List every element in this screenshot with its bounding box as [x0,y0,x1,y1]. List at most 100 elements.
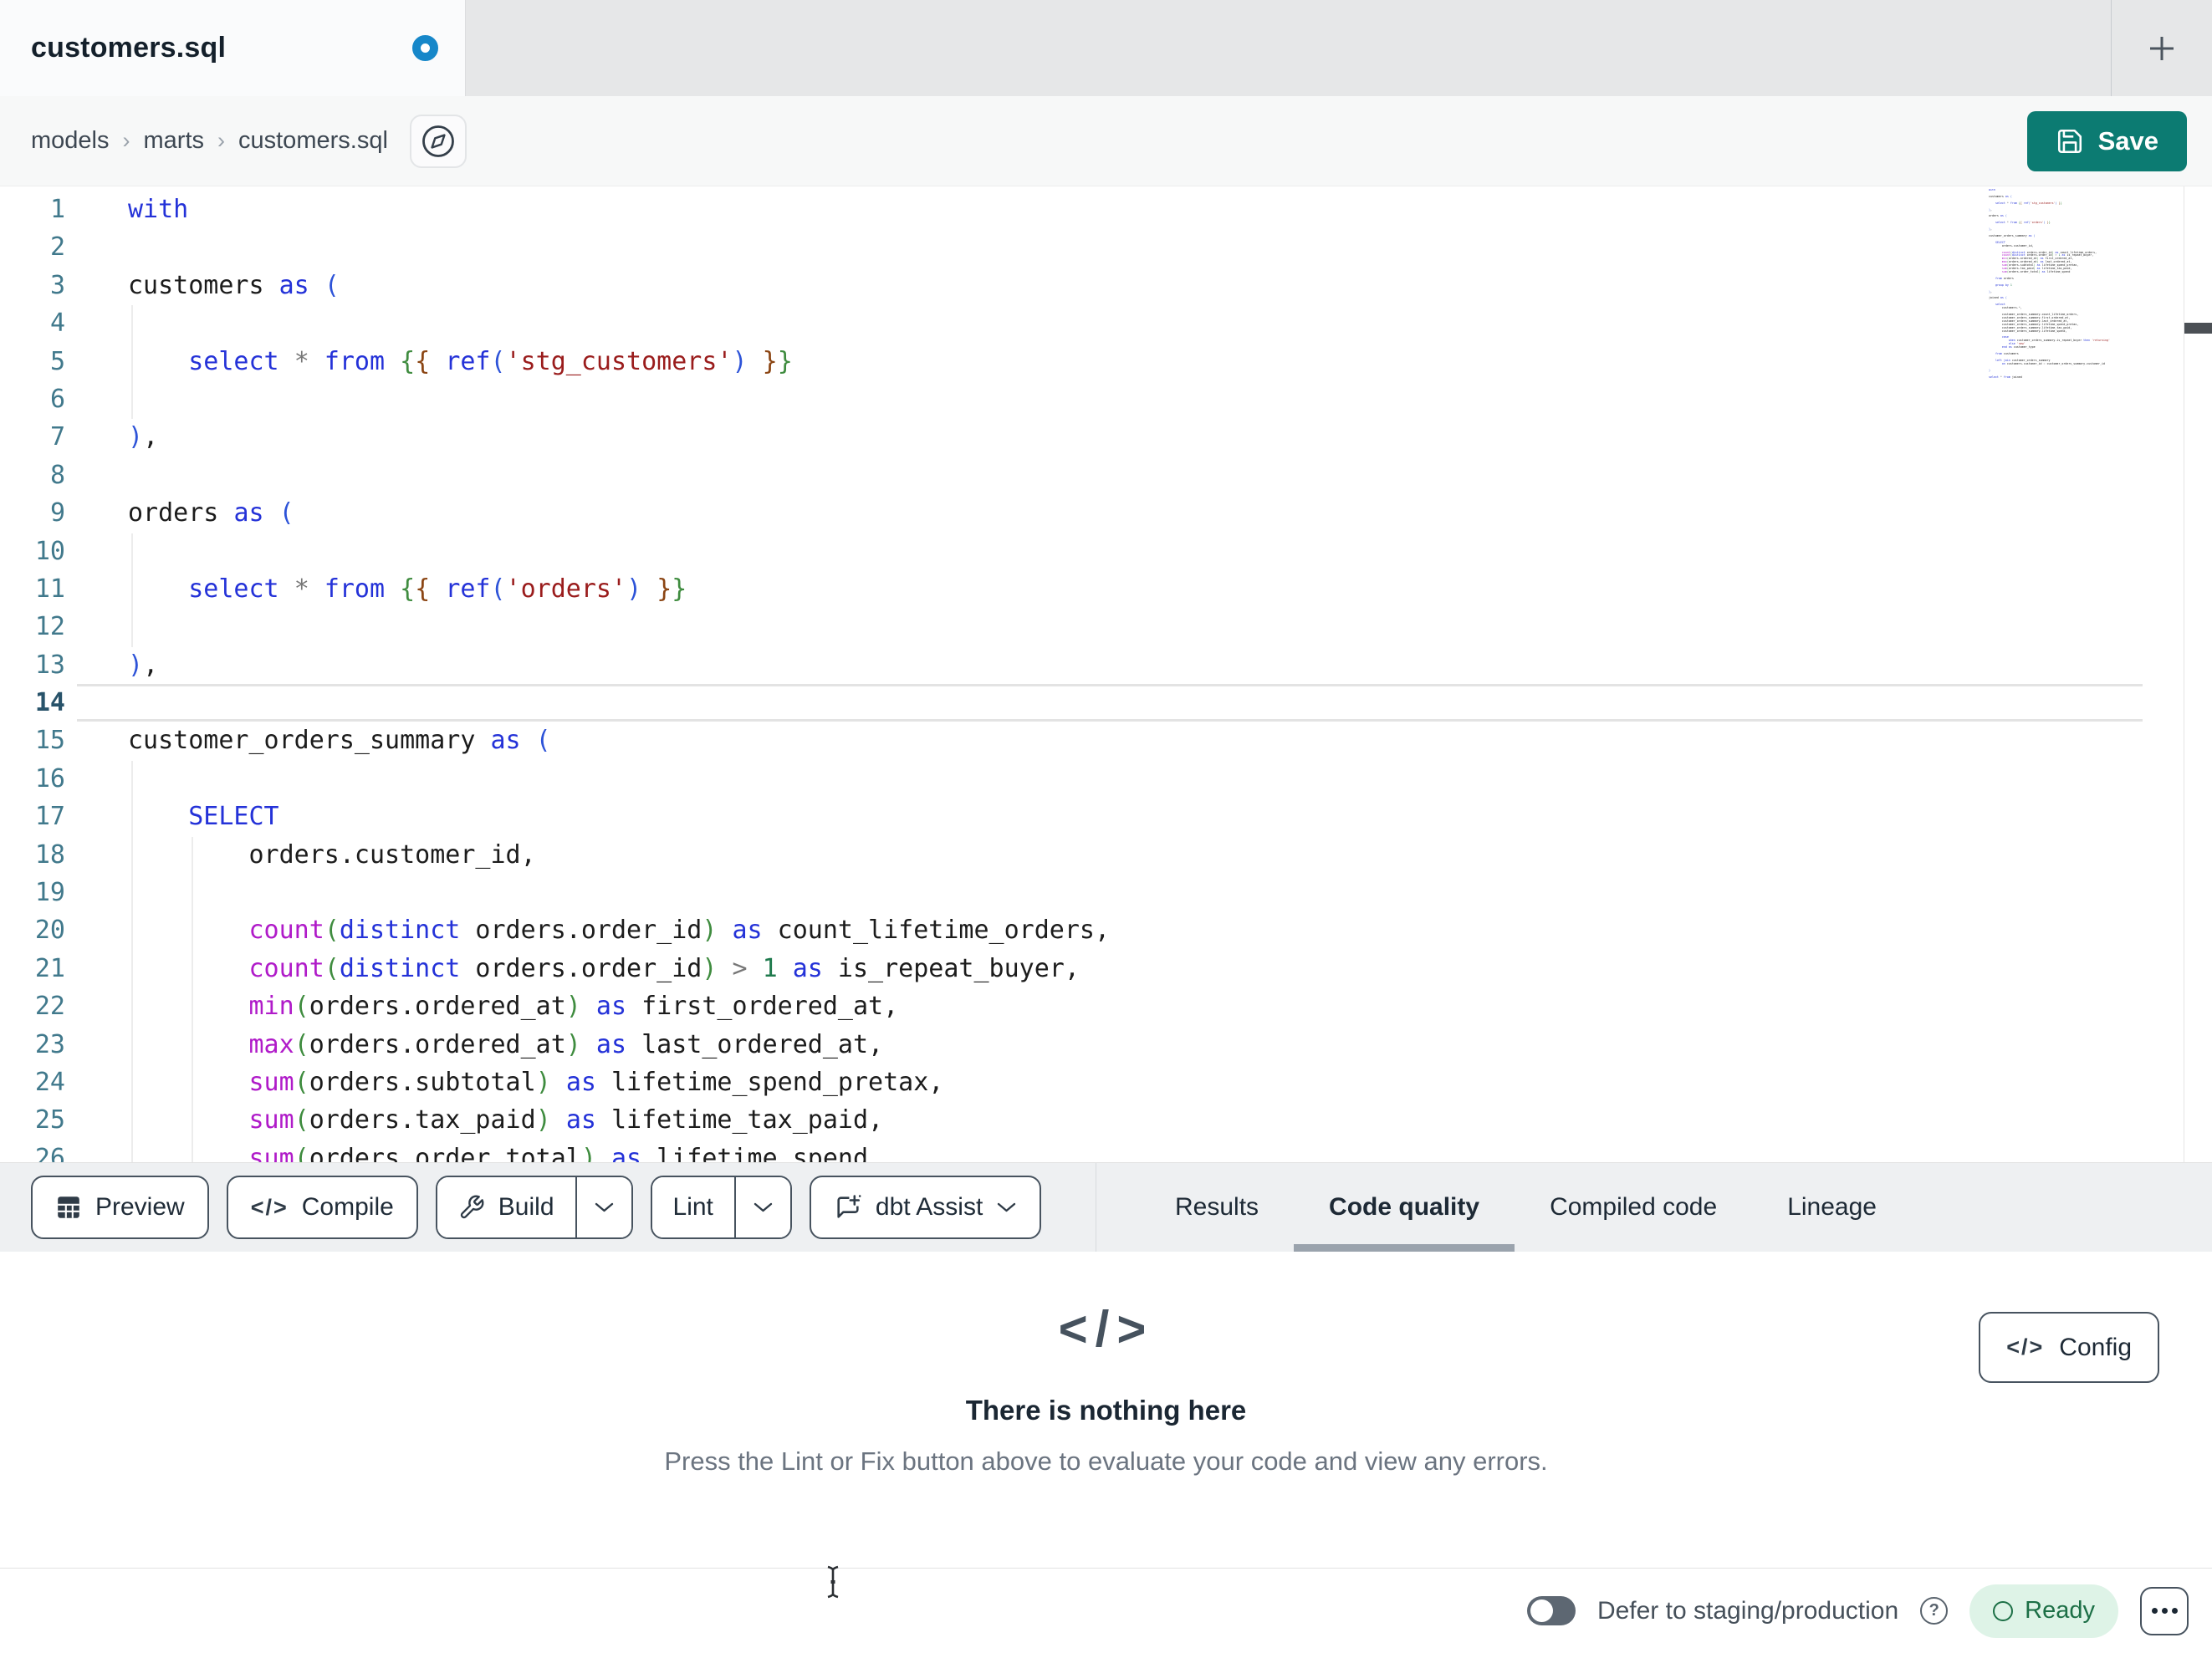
line-number: 19 [34,878,65,908]
active-line-highlight [77,684,2143,722]
tab-lineage[interactable]: Lineage [1787,1163,1877,1252]
code-line-21[interactable]: 21 count(distinct orders.order_id) > 1 a… [0,950,2212,987]
file-tab-customers-sql[interactable]: customers.sql [0,0,466,96]
line-number: 11 [34,574,65,604]
code-line-18[interactable]: 18 orders.customer_id, [0,836,2212,874]
more-options-button[interactable] [2140,1586,2189,1635]
code-line-16[interactable]: 16 [0,760,2212,798]
breadcrumb-marts[interactable]: marts [144,127,205,155]
preview-button[interactable]: Preview [31,1176,209,1239]
status-badge-label: Ready [2025,1597,2095,1624]
defer-label: Defer to staging/production [1596,1596,1899,1625]
line-number: 5 [49,346,65,376]
code-line-1[interactable]: 1 with [0,191,2212,228]
unsaved-changes-dot-icon [412,35,438,61]
save-button-label: Save [2097,125,2158,156]
chevron-down-icon [595,1202,613,1212]
code-line-4[interactable]: 4 [0,304,2212,342]
indent-guide [131,761,133,1162]
compile-button[interactable]: </> Compile [226,1176,418,1239]
file-navigator-button[interactable] [409,114,467,168]
breadcrumb-customers-sql[interactable]: customers.sql [238,127,388,155]
code-line-8[interactable]: 8 [0,457,2212,494]
line-number: 1 [49,195,65,224]
code-line-13[interactable]: 13), [0,646,2212,684]
build-dropdown-button[interactable] [575,1177,631,1237]
code-line-2[interactable]: 2 [0,228,2212,266]
empty-state-title: There is nothing here [965,1395,1247,1426]
code-line-26[interactable]: 26 sum(orders.order_total) as lifetime_s… [0,1140,2212,1162]
code-editor[interactable]: 1 with 2 3 customers as (4 5 select * from {{… [0,186,2212,1162]
line-number: 16 [34,763,65,793]
code-line-14[interactable]: 14 [0,684,2212,722]
preview-button-label: Preview [95,1193,185,1221]
code-line-24[interactable]: 24 sum(orders.subtotal) as lifetime_spen… [0,1064,2212,1101]
line-number: 25 [34,1105,65,1135]
editor-toolbar: Preview </> Compile Build Lint dbt Assis… [0,1162,2212,1252]
code-line-10[interactable]: 10 [0,533,2212,570]
table-grid-icon [58,1196,79,1218]
line-number: 12 [34,612,65,642]
line-number: 20 [34,916,65,946]
panel-tabs: Results Code quality Compiled code Linea… [1175,1163,1877,1252]
build-button-label: Build [498,1193,554,1221]
new-tab-button[interactable] [2130,17,2194,80]
line-number: 26 [34,1143,65,1162]
line-number: 3 [49,270,65,300]
lint-button-label: Lint [672,1193,713,1221]
minimap-line: select * from joined [1989,375,2022,379]
code-quality-panel: </> There is nothing here Press the Lint… [0,1252,2212,1568]
defer-toggle[interactable] [1526,1596,1576,1625]
line-number: 2 [49,232,65,263]
code-line-6[interactable]: 6 [0,380,2212,418]
empty-state-description: Press the Lint or Fix button above to ev… [664,1446,1548,1476]
status-ring-icon [1993,1600,2014,1621]
dbt-assist-button-label: dbt Assist [875,1193,983,1221]
code-line-9[interactable]: 9 orders as ( [0,494,2212,532]
status-badge: Ready [1969,1584,2118,1638]
code-line-20[interactable]: 20 count(distinct orders.order_id) as co… [0,911,2212,949]
code-line-7[interactable]: 7), [0,418,2212,456]
tab-code-quality[interactable]: Code quality [1294,1163,1515,1252]
empty-state: </> There is nothing here Press the Lint… [0,1300,2212,1477]
code-line-17[interactable]: 17 SELECT [0,798,2212,835]
plus-icon [2150,36,2174,60]
code-line-15[interactable]: 15 customer_orders_summary as ( [0,722,2212,759]
code-line-11[interactable]: 11 select * from {{ ref('orders') }} [0,570,2212,608]
line-number: 22 [34,992,65,1022]
tabbar-divider [2111,0,2112,96]
line-number: 8 [49,460,65,490]
indent-guide [131,533,133,647]
line-number: 13 [34,650,65,680]
indent-guide [192,837,193,1162]
line-number: 6 [49,384,65,414]
tab-bar: customers.sql [0,0,2212,96]
dbt-assist-button[interactable]: dbt Assist [809,1176,1042,1239]
code-line-3[interactable]: 3 customers as ( [0,267,2212,304]
lint-dropdown-button[interactable] [733,1177,790,1237]
code-line-23[interactable]: 23 max(orders.ordered_at) as last_ordere… [0,1026,2212,1064]
tab-compiled-code[interactable]: Compiled code [1550,1163,1717,1252]
config-button[interactable]: </> Config [1979,1312,2159,1383]
wrench-icon [460,1195,484,1219]
code-line-5[interactable]: 5 select * from {{ ref('stg_customers') … [0,343,2212,380]
line-number: 14 [34,688,65,718]
code-line-25[interactable]: 25 sum(orders.tax_paid) as lifetime_tax_… [0,1101,2212,1139]
editor-minimap[interactable]: with customers as ( select * from {{ ref(… [1989,189,2153,440]
help-icon[interactable]: ? [1920,1597,1949,1625]
save-button[interactable]: Save [2026,110,2187,171]
toggle-knob [1530,1599,1553,1622]
scrollbar-thumb[interactable] [2184,323,2212,334]
code-brackets-icon: </> [250,1194,289,1220]
code-line-22[interactable]: 22 min(orders.ordered_at) as first_order… [0,987,2212,1025]
compile-button-label: Compile [301,1193,394,1221]
lint-button[interactable]: Lint [651,1177,734,1237]
breadcrumb-models[interactable]: models [31,127,110,155]
build-button[interactable]: Build [437,1177,575,1237]
file-tab-title: customers.sql [31,32,227,64]
code-line-19[interactable]: 19 [0,874,2212,911]
tab-results[interactable]: Results [1175,1163,1259,1252]
code-line-12[interactable]: 12 [0,608,2212,645]
breadcrumb-row: models › marts › customers.sql Save [0,96,2212,186]
code-brackets-icon: </> [2006,1334,2045,1360]
